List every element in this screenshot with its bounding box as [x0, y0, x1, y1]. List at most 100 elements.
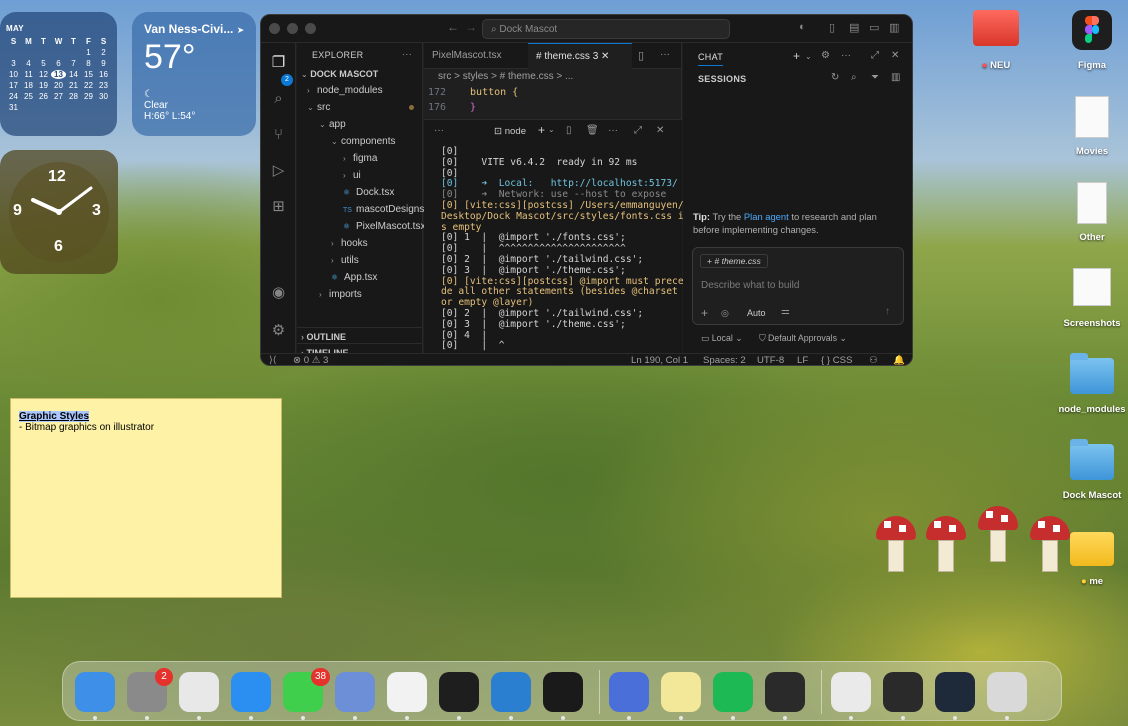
desktop-icon-screenshots[interactable]: Screenshots [1058, 268, 1126, 329]
approvals-picker[interactable]: ⛉ Default Approvals ⌄ [759, 333, 847, 344]
send-arrow-icon[interactable]: ↑ [885, 306, 890, 317]
file-tree-item[interactable]: › figma [297, 150, 422, 167]
file-tree-item[interactable]: › hooks [297, 235, 422, 252]
calendar-widget[interactable]: MAY S M T W T F S 1 2 3 4 5 6 7 8 9 10 11 12 13 14 15 16 17 18 19… [0, 12, 117, 136]
filter-icon[interactable]: ⏷ [871, 72, 879, 83]
run-debug-icon[interactable]: ▷ [269, 161, 288, 180]
settings-sliders-icon[interactable]: ⚌ [781, 306, 790, 317]
dock-terminal-icon[interactable] [543, 672, 583, 712]
source-control-icon[interactable]: ⑂ [269, 125, 288, 144]
desktop-icon-other[interactable]: Other [1058, 182, 1126, 243]
chevron-down-icon[interactable]: ⌄ [805, 52, 812, 61]
file-tree-item[interactable]: ⌄ components [297, 133, 422, 150]
line-ending[interactable]: LF [797, 355, 808, 365]
terminal-name[interactable]: ⊡ node [494, 126, 526, 137]
dock-window-thumb-1-icon[interactable] [883, 672, 923, 712]
terminal-panel[interactable]: ··· ⊡ node + ⌄ ▯ 🗑 ··· ⤢ ✕ [0] [0] VITE v… [424, 119, 684, 362]
sticky-note[interactable]: Graphic Styles - Bitmap graphics on illu… [10, 398, 282, 598]
desktop-icon-movies[interactable]: Movies [1058, 96, 1126, 157]
toggle-secondary-sidebar-icon[interactable]: ▥ [889, 21, 899, 34]
dock-window-thumb-2-icon[interactable] [935, 672, 975, 712]
breadcrumb[interactable]: src > styles > # theme.css > ... [424, 69, 681, 85]
sessions-header[interactable]: SESSIONS [698, 74, 746, 84]
remote-icon[interactable]: ⟩⟨ [269, 355, 277, 365]
dock-vscode-icon[interactable] [491, 672, 531, 712]
more-actions-icon[interactable]: ··· [434, 125, 444, 136]
file-tree-item[interactable]: ⌄ src [297, 99, 422, 116]
desktop-icon-neu[interactable]: ● NEU [962, 10, 1030, 71]
chat-input-placeholder[interactable]: Describe what to build [701, 280, 799, 291]
more-actions-icon[interactable]: ··· [608, 125, 618, 136]
forward-arrow-icon[interactable]: → [465, 20, 477, 34]
dock-notes-icon[interactable] [661, 672, 701, 712]
problems-indicator[interactable]: ⊗ 0 ⚠ 3 [293, 355, 328, 365]
plan-agent-link[interactable]: Plan agent [744, 211, 789, 222]
dock-ai-app-icon[interactable] [609, 672, 649, 712]
trash-icon[interactable]: 🗑 [586, 125, 599, 136]
desktop-icon-figma[interactable]: Figma [1058, 10, 1126, 71]
project-section[interactable]: ⌄ DOCK MASCOT [297, 65, 422, 82]
code-line[interactable]: 176 } [424, 100, 681, 115]
dock-downloads-icon[interactable] [831, 672, 871, 712]
maximize-icon[interactable]: ⤢ [871, 50, 879, 61]
dock-safari-icon[interactable] [231, 672, 271, 712]
settings-gear-icon[interactable]: ⚙ [269, 321, 288, 340]
dock-chatgpt-icon[interactable] [765, 672, 805, 712]
command-center-search[interactable]: ⌕ Dock Mascot [482, 19, 730, 39]
mushroom-mascot[interactable] [978, 506, 1018, 566]
layout-icon[interactable]: ▯ [829, 21, 835, 34]
dock-simulator-icon[interactable] [335, 672, 375, 712]
outline-section[interactable]: › OUTLINE [297, 327, 422, 344]
copilot-icon[interactable]: ◐ [799, 21, 806, 33]
close-icon[interactable]: ✕ [891, 50, 899, 61]
chevron-down-icon[interactable]: ⌄ [548, 125, 555, 134]
close-window-button[interactable] [269, 23, 280, 34]
maximize-panel-icon[interactable]: ⤢ [634, 125, 642, 136]
notifications-bell-icon[interactable]: 🔔 [893, 355, 905, 365]
sidebar-toggle-icon[interactable]: ▥ [891, 72, 900, 83]
more-actions-icon[interactable]: ··· [660, 49, 670, 60]
tab-pixelmascot[interactable]: PixelMascot.tsx [424, 43, 524, 69]
dock-chrome-icon[interactable] [387, 672, 427, 712]
minimize-window-button[interactable] [287, 23, 298, 34]
copilot-status-icon[interactable]: ⚇ [869, 355, 878, 365]
language-mode[interactable]: { } CSS [821, 355, 852, 365]
gear-icon[interactable]: ⚙ [821, 50, 830, 61]
back-arrow-icon[interactable]: ← [447, 20, 459, 34]
chat-input-box[interactable]: + # theme.css Describe what to build + ◎… [692, 247, 904, 325]
dock-figma-icon[interactable] [439, 672, 479, 712]
mushroom-mascot[interactable] [876, 516, 916, 576]
refresh-icon[interactable]: ↻ [831, 72, 839, 83]
cursor-position[interactable]: Ln 190, Col 1 [631, 355, 688, 365]
more-actions-icon[interactable]: ··· [402, 49, 412, 59]
file-tree-item[interactable]: › utils [297, 252, 422, 269]
new-terminal-icon[interactable]: + [538, 123, 545, 137]
chat-tab[interactable]: CHAT [698, 52, 724, 66]
indentation[interactable]: Spaces: 2 [703, 355, 746, 365]
file-tree-item[interactable]: ⚛ App.tsx [297, 269, 422, 286]
desktop-icon-node-modules[interactable]: node_modules [1058, 353, 1126, 415]
mushroom-mascot[interactable] [1030, 516, 1070, 576]
add-context-icon[interactable]: + [701, 306, 708, 320]
dock-spotify-icon[interactable] [713, 672, 753, 712]
more-actions-icon[interactable]: ··· [841, 50, 851, 61]
code-line[interactable]: 172 button { [424, 85, 681, 100]
weather-widget[interactable]: Van Ness-Civi... ➤ 57° ☾ Clear H:66° L:54… [132, 12, 256, 136]
clock-widget[interactable]: 12 3 6 9 [0, 150, 118, 274]
file-tree-item[interactable]: › imports [297, 286, 422, 303]
vscode-window[interactable]: ← → ⌕ Dock Mascot ◐ ▯ ▤ ▭ ▥ ❐ 2 ⌕ ⑂ ▷ ⊞ … [260, 14, 913, 366]
account-icon[interactable]: ◉ [269, 283, 288, 302]
toggle-panel-icon[interactable]: ▭ [869, 21, 879, 34]
close-icon[interactable]: ✕ [601, 51, 609, 62]
extensions-icon[interactable]: ⊞ [269, 197, 288, 216]
dock-launchpad-icon[interactable] [179, 672, 219, 712]
toggle-sidebar-icon[interactable]: ▤ [849, 21, 859, 34]
location-picker[interactable]: ▭ Local ⌄ [701, 333, 743, 344]
encoding[interactable]: UTF-8 [757, 355, 784, 365]
file-tree-item[interactable]: ⌄ app [297, 116, 422, 133]
terminal-output[interactable]: [0] [0] VITE v6.4.2 ready in 92 ms [0] [0] … [424, 144, 684, 363]
close-icon[interactable]: ✕ [656, 125, 664, 136]
file-tree-item[interactable]: › node_modules [297, 82, 422, 99]
file-tree-item[interactable]: ⚛ PixelMascot.tsx [297, 218, 425, 235]
desktop-icon-dock-mascot[interactable]: Dock Mascot [1058, 439, 1126, 501]
